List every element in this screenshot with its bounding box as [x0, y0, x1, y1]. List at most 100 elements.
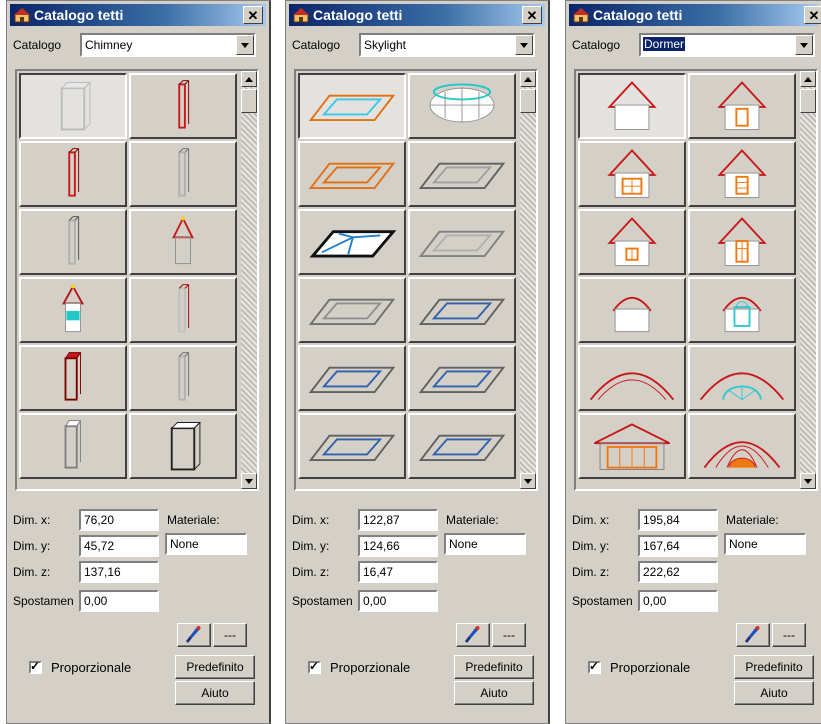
dormer-thumbnail-8[interactable] [688, 277, 796, 343]
help-button[interactable]: Aiuto [454, 681, 534, 705]
dim-y-field[interactable]: 45,72 [79, 535, 159, 557]
material-field[interactable]: None [444, 533, 526, 555]
chimney-thumbnail-1[interactable] [19, 73, 127, 139]
scroll-thumb[interactable] [800, 89, 816, 113]
help-button[interactable]: Aiuto [734, 681, 814, 705]
chimney-thumbnail-12[interactable] [129, 413, 237, 479]
default-button[interactable]: Predefinito [175, 655, 255, 679]
dim-x-label: Dim. x: [292, 513, 330, 527]
chimney-thumbnail-4[interactable] [129, 141, 237, 207]
options-button[interactable]: --- [772, 623, 806, 647]
vertical-scrollbar[interactable] [800, 71, 816, 489]
skylight-preview-icon [418, 298, 506, 326]
chimney-preview-icon [60, 82, 92, 131]
dropdown-arrow-icon[interactable] [236, 35, 254, 55]
catalog-dropdown[interactable]: Chimney [80, 33, 256, 57]
scroll-up-icon[interactable] [520, 71, 536, 87]
chimney-preview-icon [178, 284, 190, 333]
dormer-thumbnail-11[interactable] [578, 413, 686, 479]
paint-brush-icon [745, 626, 760, 643]
vertical-scrollbar[interactable] [241, 71, 257, 489]
scroll-thumb[interactable] [520, 89, 536, 113]
default-button[interactable]: Predefinito [734, 655, 814, 679]
close-button[interactable]: ✕ [522, 6, 542, 24]
chimney-preview-icon [62, 284, 84, 333]
dropdown-arrow-icon[interactable] [795, 35, 813, 55]
catalog-label: Catalogo [572, 38, 621, 52]
skylight-thumbnail-9[interactable] [298, 345, 406, 411]
skylight-thumbnail-7[interactable] [298, 277, 406, 343]
scroll-down-icon[interactable] [800, 473, 816, 489]
scroll-down-icon[interactable] [520, 473, 536, 489]
skylight-thumbnail-6[interactable] [408, 209, 516, 275]
close-button[interactable]: ✕ [804, 6, 821, 24]
checkmark-icon: ✓ [30, 659, 41, 673]
skylight-thumbnail-3[interactable] [298, 141, 406, 207]
material-field[interactable]: None [165, 533, 247, 555]
dim-y-field[interactable]: 167,64 [638, 535, 718, 557]
chimney-thumbnail-10[interactable] [129, 345, 237, 411]
offset-field[interactable]: 0,00 [358, 590, 438, 612]
dim-x-field[interactable]: 76,20 [79, 509, 159, 531]
offset-label: Spostamen [13, 594, 74, 608]
dormer-thumbnail-1[interactable] [578, 73, 686, 139]
close-button[interactable]: ✕ [243, 6, 263, 24]
chimney-thumbnail-2[interactable] [129, 73, 237, 139]
vertical-scrollbar[interactable] [520, 71, 536, 489]
dim-y-field[interactable]: 124,66 [358, 535, 438, 557]
scroll-thumb[interactable] [241, 89, 257, 113]
dormer-thumbnail-7[interactable] [578, 277, 686, 343]
skylight-preview-icon [309, 230, 397, 258]
catalog-dropdown[interactable]: Dormer [639, 33, 815, 57]
paint-brush-button[interactable] [177, 623, 211, 647]
dormer-thumbnail-6[interactable] [688, 209, 796, 275]
chimney-thumbnail-7[interactable] [19, 277, 127, 343]
proportional-label: Proporzionale [610, 660, 691, 675]
material-field[interactable]: None [724, 533, 806, 555]
dim-x-field[interactable]: 195,84 [638, 509, 718, 531]
skylight-thumbnail-11[interactable] [298, 413, 406, 479]
chimney-thumbnail-3[interactable] [19, 141, 127, 207]
proportional-checkbox[interactable]: ✓ [588, 659, 601, 674]
scroll-up-icon[interactable] [241, 71, 257, 87]
proportional-checkbox[interactable]: ✓ [308, 659, 321, 674]
chimney-thumbnail-11[interactable] [19, 413, 127, 479]
scroll-down-icon[interactable] [241, 473, 257, 489]
dormer-thumbnail-4[interactable] [688, 141, 796, 207]
proportional-checkbox[interactable]: ✓ [29, 659, 42, 674]
dim-z-field[interactable]: 222,62 [638, 561, 718, 583]
dim-x-field[interactable]: 122,87 [358, 509, 438, 531]
dormer-thumbnail-9[interactable] [578, 345, 686, 411]
skylight-thumbnail-1[interactable] [298, 73, 406, 139]
offset-field[interactable]: 0,00 [79, 590, 159, 612]
options-button[interactable]: --- [213, 623, 247, 647]
dim-z-field[interactable]: 16,47 [358, 561, 438, 583]
default-button[interactable]: Predefinito [454, 655, 534, 679]
skylight-thumbnail-4[interactable] [408, 141, 516, 207]
options-button[interactable]: --- [492, 623, 526, 647]
dropdown-arrow-icon[interactable] [515, 35, 533, 55]
paint-brush-button[interactable] [456, 623, 490, 647]
skylight-thumbnail-12[interactable] [408, 413, 516, 479]
chimney-thumbnail-6[interactable] [129, 209, 237, 275]
dormer-thumbnail-12[interactable] [688, 413, 796, 479]
skylight-thumbnail-10[interactable] [408, 345, 516, 411]
help-button[interactable]: Aiuto [175, 681, 255, 705]
scroll-up-icon[interactable] [800, 71, 816, 87]
dormer-thumbnail-5[interactable] [578, 209, 686, 275]
paint-brush-button[interactable] [736, 623, 770, 647]
offset-field[interactable]: 0,00 [638, 590, 718, 612]
dim-z-field[interactable]: 137,16 [79, 561, 159, 583]
catalog-dropdown[interactable]: Skylight [359, 33, 535, 57]
dormer-thumbnail-10[interactable] [688, 345, 796, 411]
skylight-thumbnail-5[interactable] [298, 209, 406, 275]
dormer-thumbnail-3[interactable] [578, 141, 686, 207]
chimney-thumbnail-9[interactable] [19, 345, 127, 411]
skylight-thumbnail-8[interactable] [408, 277, 516, 343]
dormer-thumbnail-2[interactable] [688, 73, 796, 139]
catalog-label: Catalogo [13, 38, 62, 52]
chimney-thumbnail-5[interactable] [19, 209, 127, 275]
skylight-thumbnail-2[interactable] [408, 73, 516, 139]
chimney-preview-icon [178, 80, 190, 129]
chimney-thumbnail-8[interactable] [129, 277, 237, 343]
